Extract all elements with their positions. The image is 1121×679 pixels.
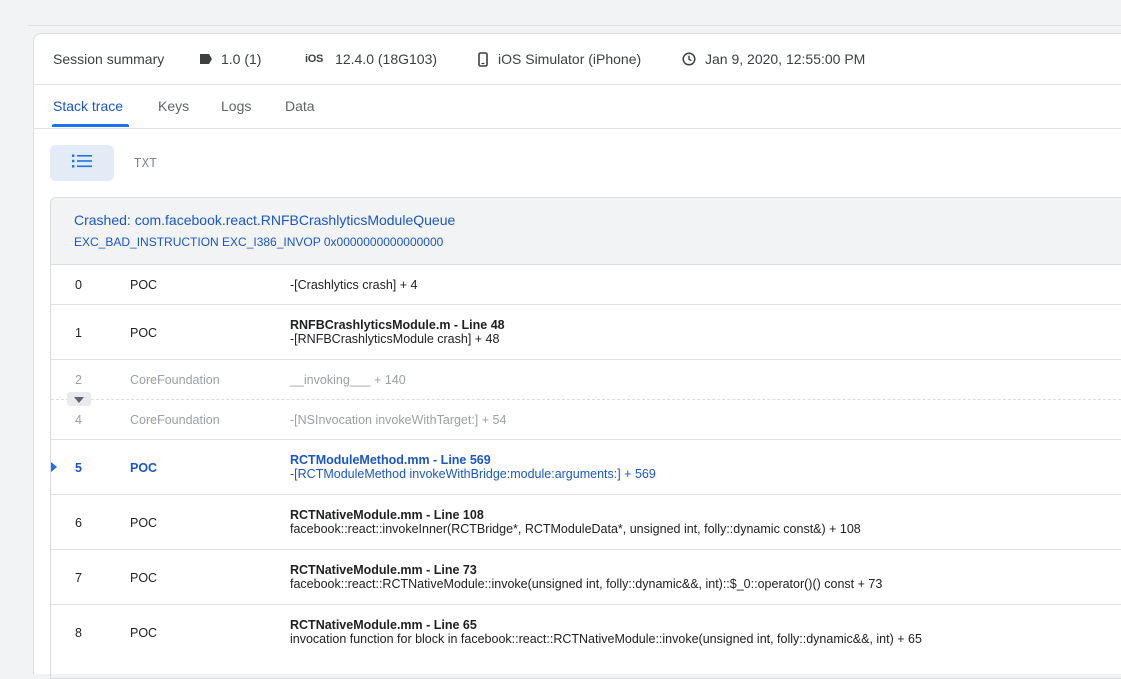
expand-hidden-frames-button[interactable] — [67, 392, 91, 406]
session-summary-bar: Session summary 1.0 (1) iOS 12.4.0 (18G1… — [34, 34, 1121, 85]
frame-index: 2 — [75, 373, 82, 387]
stack-frame-row[interactable]: 4 CoreFoundation -[NSInvocation invokeWi… — [51, 392, 1121, 440]
frame-file-line: RNFBCrashlyticsModule.m - Line 48 — [290, 318, 505, 332]
frame-library: POC — [130, 326, 158, 340]
frame-function: __invoking___ + 140 — [290, 373, 406, 387]
list-view-button[interactable] — [50, 145, 114, 181]
list-icon — [72, 154, 92, 173]
crash-session-card: Session summary 1.0 (1) iOS 12.4.0 (18G1… — [33, 33, 1121, 679]
frame-symbol: __invoking___ + 140 — [290, 373, 406, 387]
app-version: 1.0 (1) — [199, 51, 261, 67]
frame-index: 7 — [75, 571, 82, 585]
stack-frame-row[interactable]: 0 POC -[Crashlytics crash] + 4 — [51, 265, 1121, 305]
ios-icon: iOS — [305, 53, 324, 65]
frame-function: invocation function for block in faceboo… — [290, 632, 922, 646]
frame-symbol: RCTNativeModule.mm - Line 108 facebook::… — [290, 508, 861, 536]
triangle-down-icon — [74, 390, 84, 408]
frame-index: 6 — [75, 516, 82, 530]
crashed-thread-title: Crashed: com.facebook.react.RNFBCrashlyt… — [74, 212, 456, 228]
os-version: iOS 12.4.0 (18G103) — [305, 51, 437, 67]
frame-library: POC — [130, 626, 158, 640]
stack-frame-row[interactable]: 8 POC RCTNativeModule.mm - Line 65 invoc… — [51, 605, 1121, 659]
tab-bar: Stack trace Keys Logs Data — [34, 85, 1121, 129]
device: iOS Simulator (iPhone) — [478, 51, 641, 67]
tab-logs[interactable]: Logs — [221, 85, 251, 127]
stack-frame-row-highlighted[interactable]: 5 POC RCTModuleMethod.mm - Line 569 -[RC… — [51, 440, 1121, 495]
stack-frame-row[interactable]: 6 POC RCTNativeModule.mm - Line 108 face… — [51, 495, 1121, 550]
frame-file-line: RCTNativeModule.mm - Line 73 — [290, 563, 477, 577]
session-time: Jan 9, 2020, 12:55:00 PM — [682, 51, 865, 67]
stack-trace-panel: Crashed: com.facebook.react.RNFBCrashlyt… — [50, 197, 1121, 679]
tab-data[interactable]: Data — [285, 85, 315, 127]
frame-index: 4 — [75, 413, 82, 427]
session-time-label: Jan 9, 2020, 12:55:00 PM — [705, 51, 866, 67]
top-divider — [28, 25, 1121, 26]
frame-function: -[RNFBCrashlyticsModule crash] + 48 — [290, 332, 500, 346]
frame-symbol: RNFBCrashlyticsModule.m - Line 48 -[RNFB… — [290, 318, 505, 346]
frame-symbol: RCTModuleMethod.mm - Line 569 -[RCTModul… — [290, 453, 656, 481]
frame-function: -[NSInvocation invokeWithTarget:] + 54 — [290, 413, 507, 427]
frame-library: POC — [130, 278, 158, 292]
frame-file-line: RCTNativeModule.mm - Line 65 — [290, 618, 477, 632]
tab-stack-trace[interactable]: Stack trace — [53, 85, 123, 127]
frame-library: CoreFoundation — [130, 373, 220, 387]
frame-file-line: RCTNativeModule.mm - Line 108 — [290, 508, 484, 522]
frame-index: 0 — [75, 278, 82, 292]
frame-index: 1 — [75, 326, 82, 340]
frame-library: POC — [130, 516, 158, 530]
clock-icon — [682, 52, 696, 66]
tab-keys[interactable]: Keys — [158, 85, 189, 127]
frame-function: facebook::react::RCTNativeModule::invoke… — [290, 577, 883, 591]
frame-function: facebook::react::invokeInner(RCTBridge*,… — [290, 522, 861, 536]
crash-header: Crashed: com.facebook.react.RNFBCrashlyt… — [51, 198, 1121, 265]
frame-library: CoreFoundation — [130, 413, 220, 427]
selected-frame-marker — [51, 461, 57, 473]
frame-library: POC — [130, 461, 158, 475]
frame-symbol: -[Crashlytics crash] + 4 — [290, 278, 417, 292]
device-label: iOS Simulator (iPhone) — [498, 51, 642, 67]
frame-index: 8 — [75, 626, 82, 640]
frame-symbol: RCTNativeModule.mm - Line 65 invocation … — [290, 618, 922, 646]
frame-library: POC — [130, 571, 158, 585]
session-summary-title: Session summary — [53, 51, 165, 67]
stack-frame-row[interactable]: 1 POC RNFBCrashlyticsModule.m - Line 48 … — [51, 305, 1121, 360]
frame-file-line: RCTModuleMethod.mm - Line 569 — [290, 453, 491, 467]
frame-index: 5 — [75, 461, 82, 475]
active-tab-indicator — [52, 124, 129, 127]
phone-icon — [478, 51, 488, 67]
os-version-label: 12.4.0 (18G103) — [335, 51, 438, 67]
tag-icon — [199, 53, 213, 65]
stack-frame-row[interactable]: 2 CoreFoundation __invoking___ + 140 — [51, 360, 1121, 400]
exception-label: EXC_BAD_INSTRUCTION EXC_I386_INVOP 0x000… — [74, 235, 444, 249]
app-version-label: 1.0 (1) — [221, 51, 262, 67]
frame-function: -[Crashlytics crash] + 4 — [290, 278, 418, 292]
frame-function: -[RCTModuleMethod invokeWithBridge:modul… — [290, 467, 656, 481]
stack-frame-row[interactable]: 7 POC RCTNativeModule.mm - Line 73 faceb… — [51, 550, 1121, 605]
frame-symbol: -[NSInvocation invokeWithTarget:] + 54 — [290, 413, 506, 427]
txt-view-button[interactable]: TXT — [134, 152, 157, 174]
frame-symbol: RCTNativeModule.mm - Line 73 facebook::r… — [290, 563, 882, 591]
